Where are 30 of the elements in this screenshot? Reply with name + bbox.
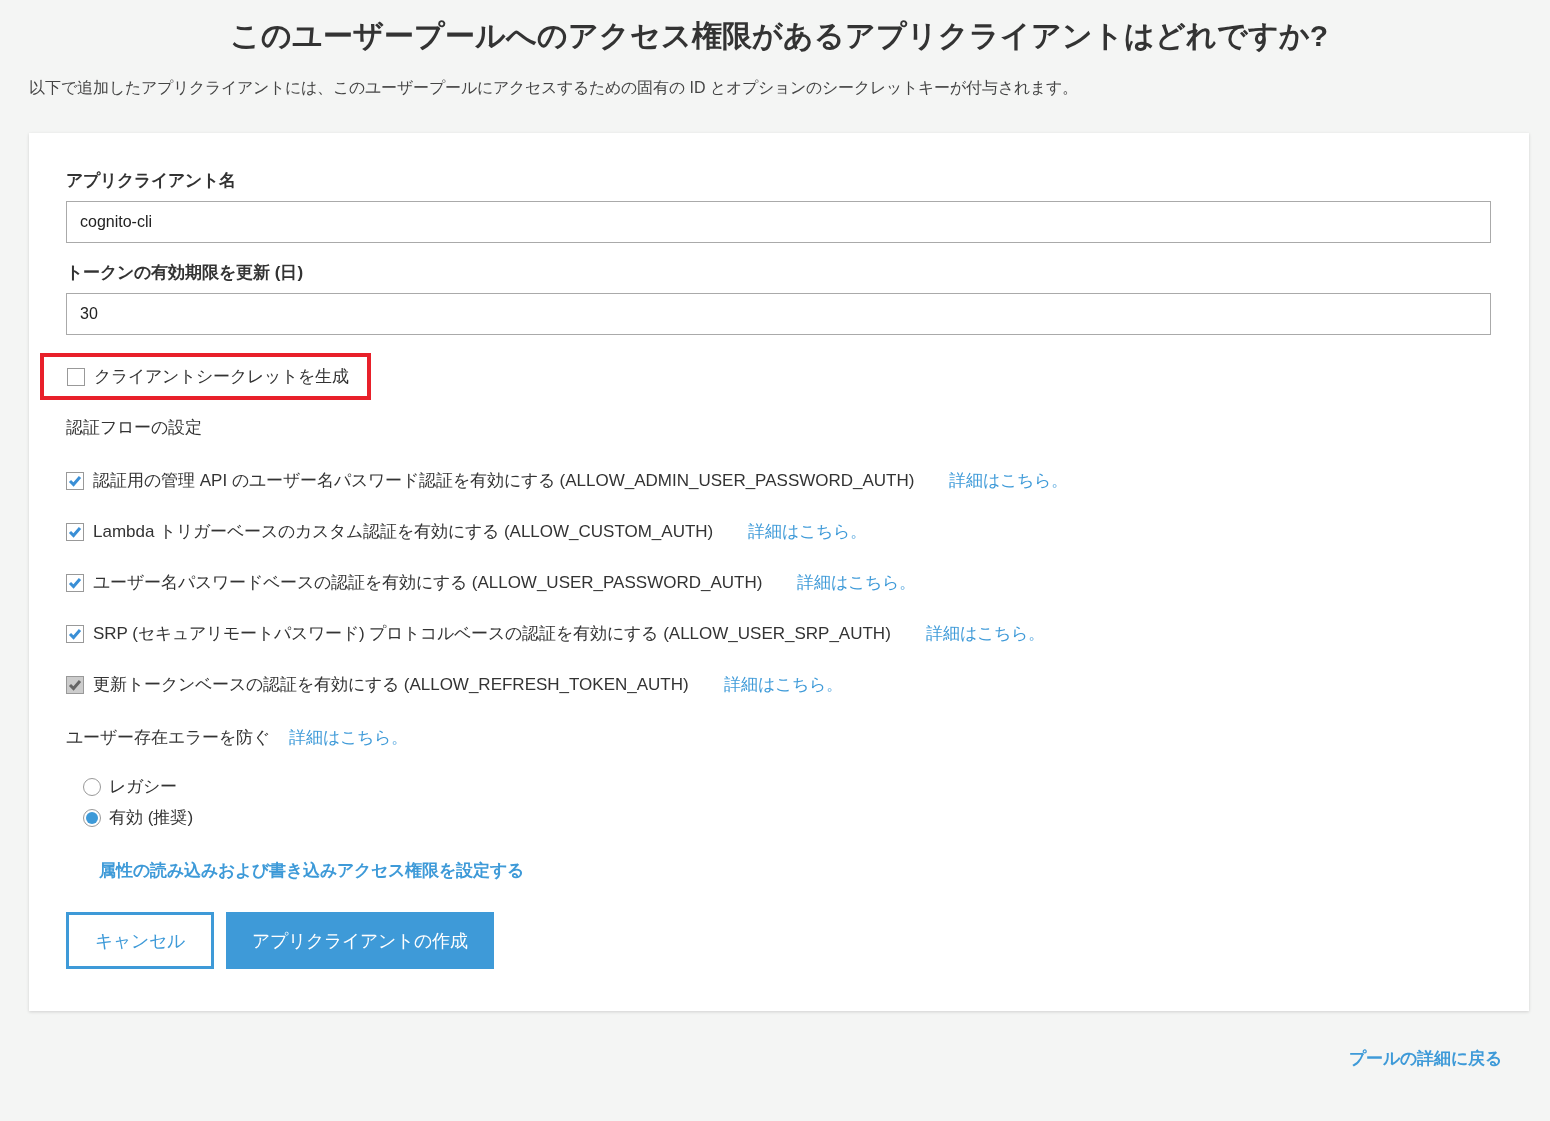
checkbox[interactable] xyxy=(67,367,85,386)
radio-label: 有効 (推奨) xyxy=(109,807,194,829)
checkbox[interactable] xyxy=(66,471,84,490)
checkbox-label: 認証用の管理 API のユーザー名パスワード認証を有効にする (ALLOW_ADMIN_USER_PASSWORD_AUTH) xyxy=(93,470,915,492)
checkbox[interactable] xyxy=(66,624,84,643)
learn-more-link[interactable]: 詳細はこちら。 xyxy=(925,622,1045,645)
checkbox-label: 更新トークンベースの認証を有効にする (ALLOW_REFRESH_TOKEN_AUTH) xyxy=(93,674,689,696)
setting-label: ユーザー存在エラーを防ぐ xyxy=(66,727,270,749)
checkbox[interactable] xyxy=(66,573,84,592)
create-button[interactable]: アプリクライアントの作成 xyxy=(226,912,494,969)
checkbox-label: Lambda トリガーベースのカスタム認証を有効にする (ALLOW_CUSTOM_AUTH) xyxy=(93,521,714,543)
radio-label: レガシー xyxy=(109,776,177,798)
checkbox-label: クライアントシークレットを生成 xyxy=(94,366,349,388)
section-heading: 認証フローの設定 xyxy=(66,417,203,439)
field-label: トークンの有効期限を更新 (日) xyxy=(66,262,305,284)
input-field[interactable]: cognito-cli xyxy=(66,201,1491,243)
input-field[interactable]: 30 xyxy=(66,293,1491,335)
checkbox-label: ユーザー名パスワードベースの認証を有効にする (ALLOW_USER_PASSWORD_AUTH) xyxy=(93,572,763,594)
page-description: 以下で追加したアプリクライアントには、このユーザープールにアクセスするための固有の ID とオプションのシークレットキーが付与されます。 xyxy=(29,78,1079,98)
checkbox[interactable] xyxy=(66,522,84,541)
learn-more-link[interactable]: 詳細はこちら。 xyxy=(949,469,1069,492)
back-link[interactable]: プールの詳細に戻る xyxy=(1349,1047,1502,1070)
learn-more-link[interactable]: 詳細はこちら。 xyxy=(289,726,408,749)
learn-more-link[interactable]: 詳細はこちら。 xyxy=(797,571,917,594)
cancel-button[interactable]: キャンセル xyxy=(66,912,214,969)
checkbox-label: SRP (セキュアリモートパスワード) プロトコルベースの認証を有効にする (ALLOW_USER_SRP_AUTH) xyxy=(93,623,891,645)
learn-more-link[interactable]: 詳細はこちら。 xyxy=(748,520,868,543)
field-label: アプリクライアント名 xyxy=(66,170,237,192)
page-title: このユーザープールへのアクセス権限があるアプリクライアントはどれですか? xyxy=(228,18,1330,54)
attributes-link[interactable]: 属性の読み込みおよび書き込みアクセス権限を設定する xyxy=(99,859,524,882)
